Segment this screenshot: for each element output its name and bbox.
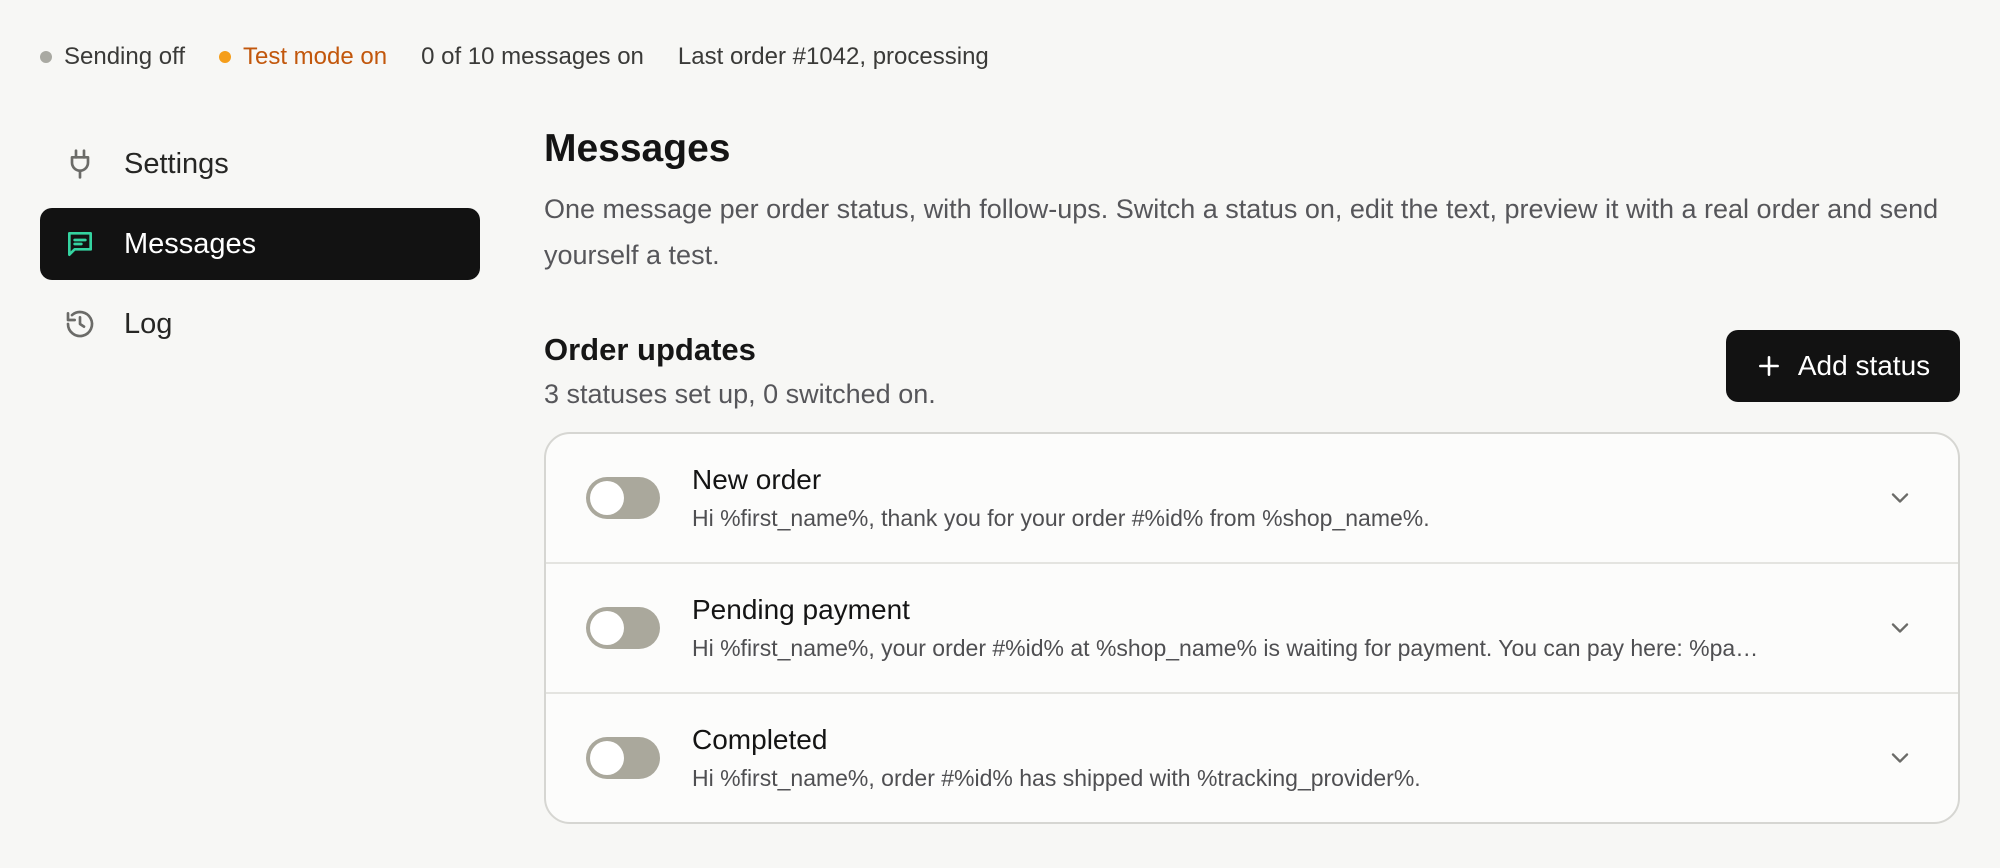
status-toggle[interactable] [586, 477, 660, 519]
page-title: Messages [544, 127, 731, 170]
page-description: One message per order status, with follo… [544, 194, 1939, 270]
order-updates-header: Order updates 3 statuses set up, 0 switc… [544, 330, 1960, 430]
history-icon [64, 308, 96, 340]
status-text: Completed Hi %first_name%, order #%id% h… [692, 722, 1872, 794]
status-row-completed: Completed Hi %first_name%, order #%id% h… [546, 694, 1958, 822]
status-name: Completed [692, 724, 828, 755]
sidebar-item-label: Settings [124, 147, 229, 180]
messages-count-status: 0 of 10 messages on [421, 43, 644, 71]
toggle-knob [590, 611, 624, 645]
last-order-status: Last order #1042, processing [678, 43, 989, 71]
status-message-preview: Hi %first_name%, your order #%id% at %sh… [692, 635, 1759, 661]
status-list: New order Hi %first_name%, thank you for… [544, 432, 1960, 824]
status-message-preview: Hi %first_name%, order #%id% has shipped… [692, 765, 1421, 791]
sidebar-item-label: Log [124, 307, 173, 340]
plus-icon [1756, 353, 1782, 379]
sidebar: Settings Messages Log [40, 128, 480, 368]
status-bar: Sending off Test mode on 0 of 10 message… [40, 40, 1023, 74]
add-status-button[interactable]: Add status [1726, 330, 1960, 402]
status-text: New order Hi %first_name%, thank you for… [692, 462, 1872, 534]
status-message-preview: Hi %first_name%, thank you for your orde… [692, 505, 1430, 531]
main-content: Messages One message per order status, w… [544, 124, 1960, 824]
messages-count-label: 0 of 10 messages on [421, 43, 644, 70]
last-order-label: Last order #1042, processing [677, 43, 989, 70]
toggle-knob [590, 481, 624, 515]
status-row-new-order: New order Hi %first_name%, thank you for… [546, 434, 1958, 564]
status-name: Pending payment [692, 594, 910, 625]
sending-status-label: Sending off [64, 43, 185, 70]
status-toggle[interactable] [586, 737, 660, 779]
test-mode-status-label: Test mode on [243, 43, 388, 70]
message-icon [64, 228, 96, 260]
sidebar-item-label: Messages [124, 227, 257, 260]
chevron-down-icon[interactable] [1886, 744, 1914, 772]
sidebar-item-messages[interactable]: Messages [40, 208, 480, 280]
add-status-label: Add status [1797, 350, 1931, 381]
status-row-pending-payment: Pending payment Hi %first_name%, your or… [546, 564, 1958, 694]
sidebar-item-settings[interactable]: Settings [40, 128, 480, 200]
toggle-knob [590, 741, 624, 775]
sidebar-item-log[interactable]: Log [40, 288, 480, 360]
sending-status: Sending off [40, 43, 185, 71]
chevron-down-icon[interactable] [1886, 614, 1914, 642]
status-text: Pending payment Hi %first_name%, your or… [692, 592, 1872, 664]
sending-status-dot [40, 51, 52, 63]
chevron-down-icon[interactable] [1886, 484, 1914, 512]
status-name: New order [692, 464, 822, 495]
plug-icon [64, 148, 96, 180]
test-mode-status: Test mode on [219, 43, 387, 71]
test-mode-status-dot [219, 51, 231, 63]
status-toggle[interactable] [586, 607, 660, 649]
